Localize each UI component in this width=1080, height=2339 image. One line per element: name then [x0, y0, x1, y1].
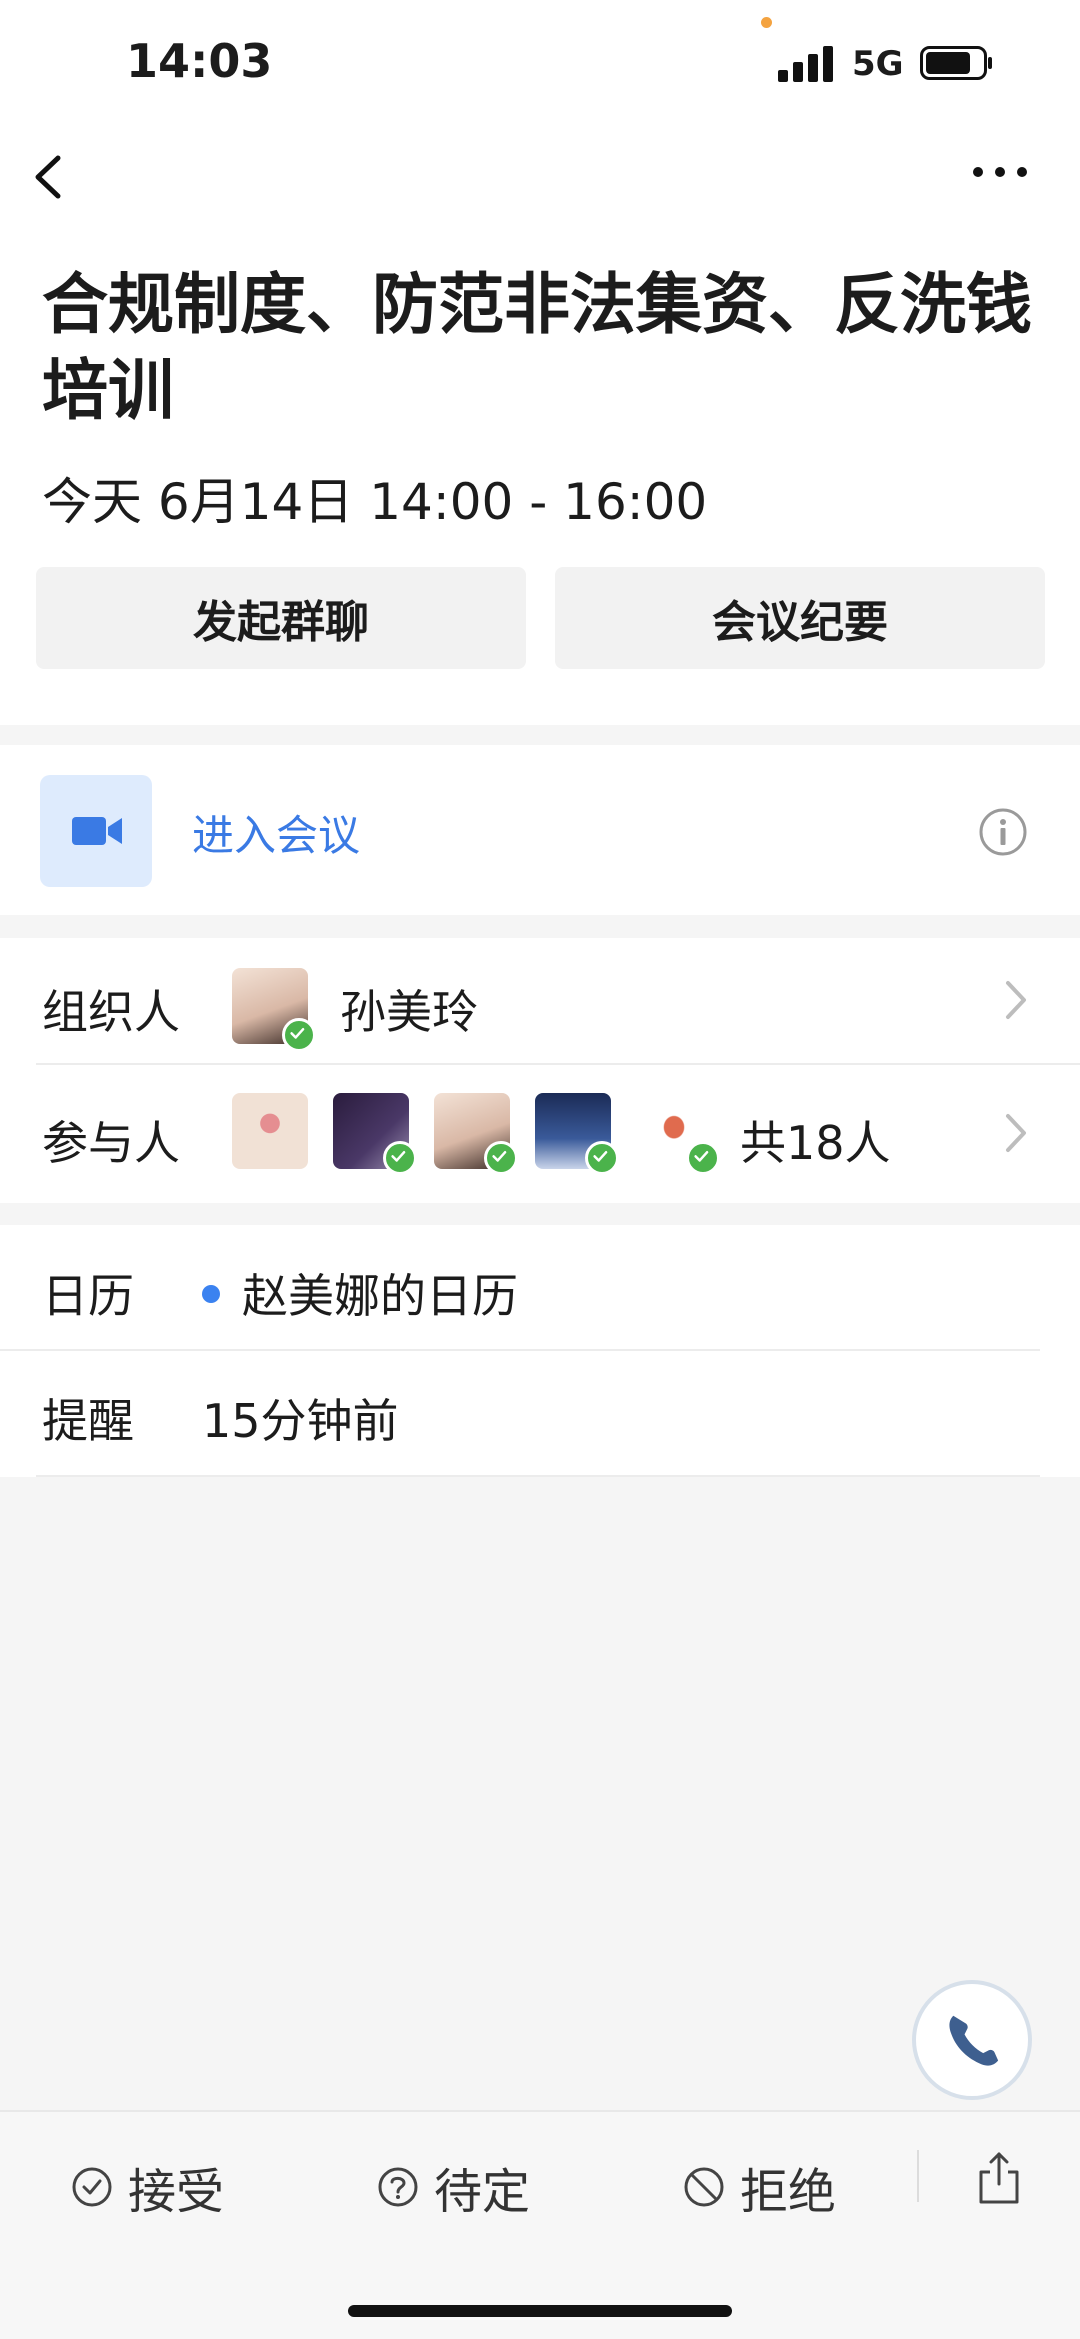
- calendar-value: 赵美娜的日历: [242, 1269, 518, 1323]
- tentative-label: 待定: [434, 2164, 531, 2220]
- calendar-color-dot: [202, 1285, 220, 1303]
- chevron-right-icon: [1006, 981, 1026, 1019]
- organizer-name: 孙美玲: [340, 985, 478, 1039]
- network-type: 5G: [852, 44, 904, 84]
- video-camera-icon: [40, 775, 152, 887]
- call-button[interactable]: [912, 1980, 1032, 2100]
- battery-icon: [920, 46, 992, 80]
- accepted-check-icon: [686, 1141, 720, 1175]
- divider: [917, 2150, 919, 2202]
- accepted-check-icon: [383, 1141, 417, 1175]
- organizer-label: 组织人: [42, 985, 180, 1039]
- participant-count: 共18人: [740, 1116, 891, 1170]
- reminder-value: 15分钟前: [202, 1394, 399, 1448]
- event-title: 合规制度、防范非法集资、反洗钱培训: [42, 266, 1032, 429]
- event-header: 14:03 5G 合规制度、防范非法集资、反洗钱培训 今天 6月14日 14:0…: [0, 0, 1080, 725]
- privacy-indicator-dot: [761, 17, 772, 28]
- accepted-check-icon: [282, 1018, 316, 1052]
- accepted-check-icon: [484, 1141, 518, 1175]
- share-icon[interactable]: [975, 2150, 1023, 2206]
- accepted-check-icon: [585, 1141, 619, 1175]
- participants-label: 参与人: [42, 1116, 180, 1170]
- more-icon[interactable]: [970, 160, 1030, 184]
- organizer-row[interactable]: 组织人 孙美玲: [0, 938, 1080, 1063]
- start-group-chat-button[interactable]: 发起群聊: [36, 567, 526, 669]
- decline-label: 拒绝: [740, 2164, 837, 2220]
- people-section: 组织人 孙美玲 参与人 共18人: [0, 938, 1080, 1203]
- join-meeting-label[interactable]: 进入会议: [192, 802, 360, 863]
- participants-row[interactable]: 参与人 共18人: [0, 1065, 1080, 1203]
- divider: [0, 1349, 1040, 1351]
- join-meeting-row[interactable]: 进入会议: [0, 745, 1080, 915]
- status-time: 14:03: [126, 34, 273, 88]
- phone-icon: [949, 2015, 999, 2066]
- home-indicator: [348, 2305, 732, 2317]
- event-time: 今天 6月14日 14:00 - 16:00: [42, 473, 708, 531]
- back-icon[interactable]: [28, 150, 68, 204]
- accept-label: 接受: [128, 2164, 225, 2220]
- details-section: 日历 赵美娜的日历 提醒 15分钟前: [0, 1225, 1080, 1477]
- check-circle-icon: [72, 2167, 112, 2207]
- calendar-label: 日历: [42, 1269, 134, 1323]
- signal-icon: [778, 44, 838, 82]
- divider: [36, 1475, 1040, 1477]
- chevron-right-icon: [1006, 1114, 1026, 1152]
- meeting-minutes-button[interactable]: 会议纪要: [555, 567, 1045, 669]
- decline-button[interactable]: 拒绝: [682, 2152, 836, 2222]
- info-icon[interactable]: [978, 807, 1028, 857]
- avatar: [232, 1093, 308, 1169]
- tentative-button[interactable]: 待定: [376, 2152, 530, 2222]
- reminder-label: 提醒: [42, 1394, 134, 1448]
- accept-button[interactable]: 接受: [70, 2152, 224, 2222]
- question-circle-icon: [378, 2167, 418, 2207]
- block-icon: [684, 2167, 724, 2207]
